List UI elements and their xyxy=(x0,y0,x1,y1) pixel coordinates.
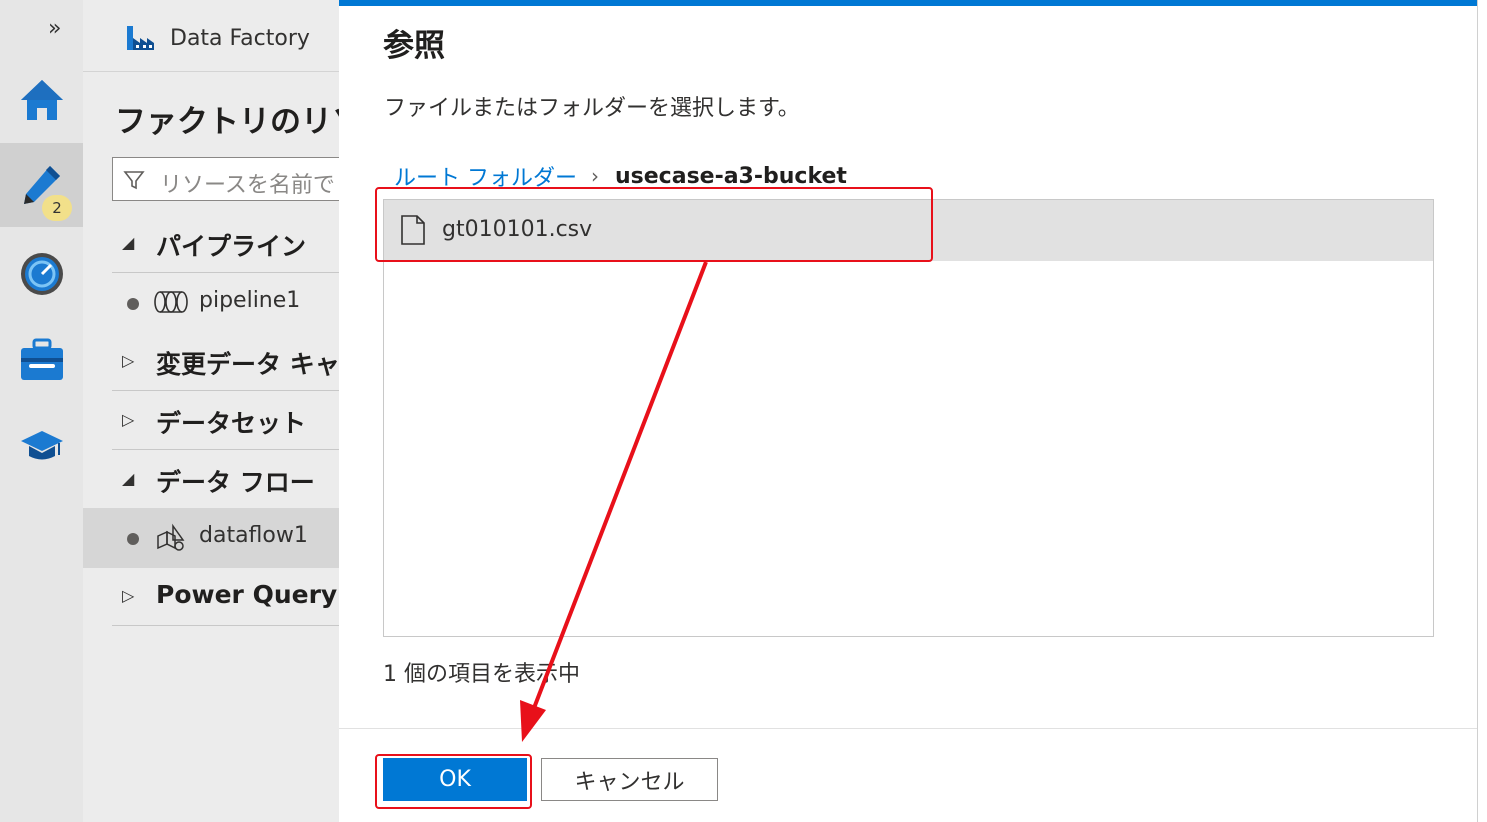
tree-group-label: パイプライン xyxy=(156,232,307,261)
tree-item-label: dataflow1 xyxy=(199,523,308,548)
pending-changes-badge: 2 xyxy=(42,195,72,221)
dataflow-icon xyxy=(157,523,185,551)
toolbox-icon xyxy=(20,338,63,380)
tree-group-change-data-capture[interactable]: ▷ 変更データ キャプチャ xyxy=(112,333,339,391)
factory-resources-panel: Data Factory ファクトリのリソース リソースを名前で ◢ パイプライ… xyxy=(83,0,339,822)
brand-header: Data Factory xyxy=(83,0,339,72)
chevron-right-icon: › xyxy=(591,164,599,188)
tree-group-pipelines[interactable]: ◢ パイプライン xyxy=(112,215,339,273)
collapsed-caret-icon: ▷ xyxy=(122,410,135,429)
breadcrumb-current: usecase-a3-bucket xyxy=(615,163,847,189)
pipeline-icon xyxy=(154,291,188,313)
collapsed-caret-icon: ▷ xyxy=(122,586,135,605)
cancel-button[interactable]: キャンセル xyxy=(541,758,718,801)
tree-item-pipeline1[interactable]: pipeline1 xyxy=(83,273,339,333)
file-list: gt010101.csv xyxy=(383,199,1434,637)
window-edge xyxy=(1477,0,1487,822)
resource-search-input[interactable]: リソースを名前で xyxy=(112,157,339,201)
expand-rail-button[interactable]: » xyxy=(48,16,61,41)
tree-item-label: pipeline1 xyxy=(199,288,301,313)
home-icon xyxy=(20,80,63,120)
monitor-gauge-icon xyxy=(20,253,63,295)
rail-monitor-button[interactable] xyxy=(0,232,83,316)
tree-group-label: 変更データ キャプチャ xyxy=(156,350,339,379)
tree-group-data-flows[interactable]: ◢ データ フロー xyxy=(112,451,339,509)
rail-author-button[interactable]: 2 xyxy=(0,143,83,227)
rail-manage-button[interactable] xyxy=(0,318,83,402)
panel-title: ファクトリのリソース xyxy=(115,104,339,140)
tree-group-label: Power Query xyxy=(156,580,338,609)
icon-rail: » 2 xyxy=(0,0,83,822)
browse-dialog: 参照 ファイルまたはフォルダーを選択します。 ルート フォルダー › useca… xyxy=(339,6,1477,822)
tree-group-label: データ フロー xyxy=(156,468,315,497)
dialog-description: ファイルまたはフォルダーを選択します。 xyxy=(384,96,800,121)
filter-icon xyxy=(123,171,145,190)
tree-group-datasets[interactable]: ▷ データセット xyxy=(112,392,339,450)
status-dot xyxy=(127,298,139,310)
rail-learn-button[interactable] xyxy=(0,404,83,488)
item-count: 1 個の項目を表示中 xyxy=(383,662,580,687)
expanded-caret-icon: ◢ xyxy=(122,233,135,252)
rail-home-button[interactable] xyxy=(0,58,83,142)
expanded-caret-icon: ◢ xyxy=(122,469,135,488)
app-name: Data Factory xyxy=(170,26,310,51)
tree-group-power-query[interactable]: ▷ Power Query xyxy=(112,568,339,626)
data-factory-icon xyxy=(127,26,154,50)
dialog-title: 参照 xyxy=(383,28,445,64)
ok-highlight-box xyxy=(375,754,532,809)
footer-divider xyxy=(339,728,1477,729)
status-dot xyxy=(127,533,139,545)
tree-item-dataflow1[interactable]: dataflow1 xyxy=(83,508,339,568)
search-placeholder: リソースを名前で xyxy=(160,173,335,198)
tree-group-label: データセット xyxy=(156,409,307,438)
collapsed-caret-icon: ▷ xyxy=(122,351,135,370)
graduation-cap-icon xyxy=(20,431,63,460)
file-highlight-box xyxy=(375,187,933,262)
